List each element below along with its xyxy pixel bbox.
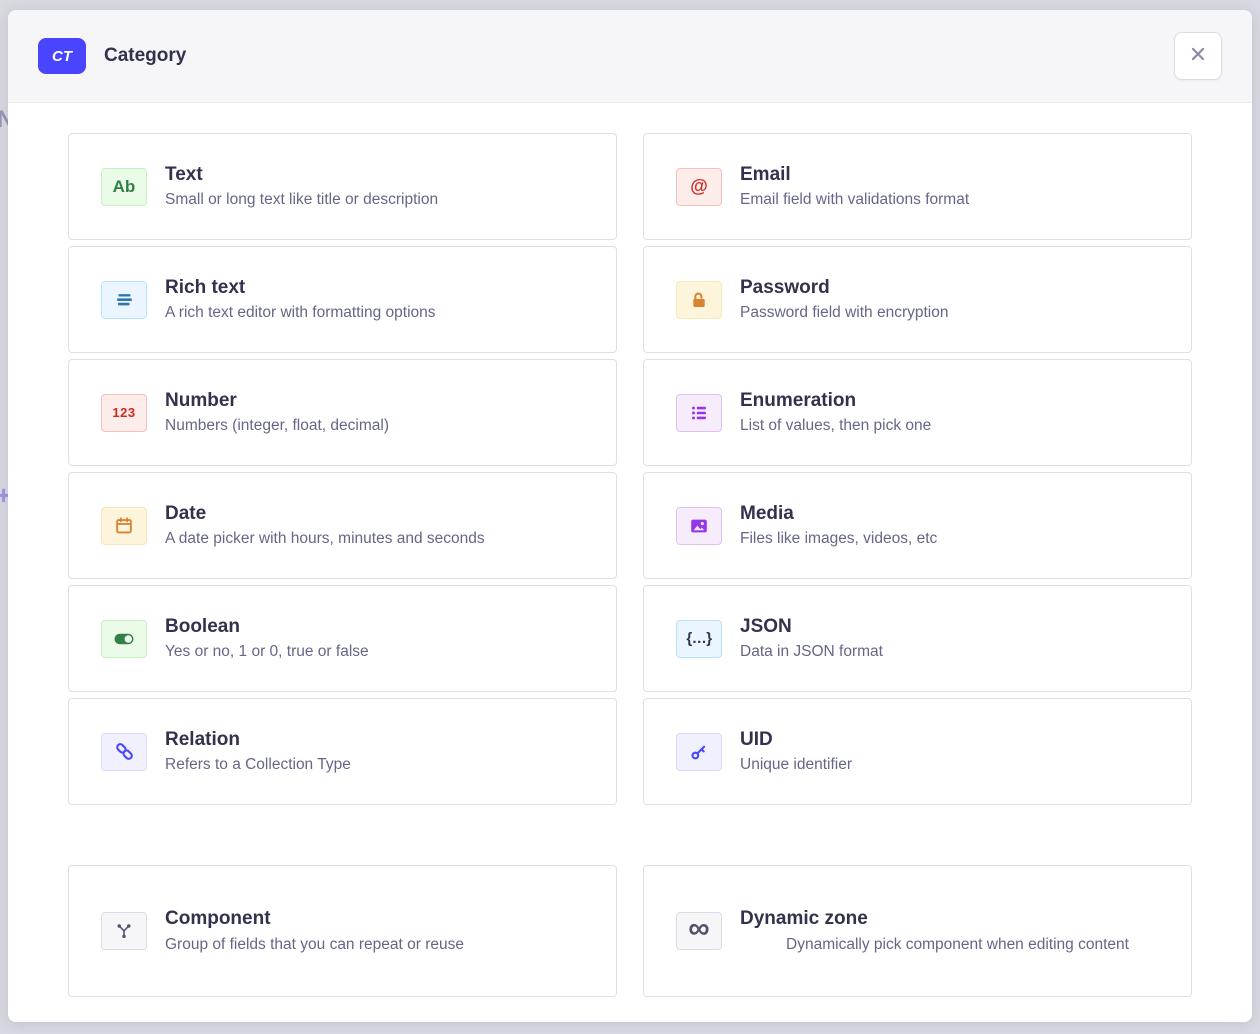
field-card-number[interactable]: 123 Number Numbers (integer, float, deci…	[68, 359, 617, 466]
card-description: Yes or no, 1 or 0, true or false	[165, 642, 600, 662]
field-card-enumeration[interactable]: Enumeration List of values, then pick on…	[643, 359, 1192, 466]
card-description: Small or long text like title or descrip…	[165, 190, 600, 210]
modal-title: Category	[104, 45, 186, 67]
card-description: Unique identifier	[740, 755, 1175, 775]
field-type-grid: Ab Text Small or long text like title or…	[68, 133, 1192, 805]
card-title: Component	[165, 907, 600, 931]
card-title: Enumeration	[740, 389, 1175, 413]
bullet-list-icon	[676, 394, 722, 432]
json-braces-icon: {…}	[676, 620, 722, 658]
card-title: Dynamic zone	[740, 907, 1175, 931]
card-title: JSON	[740, 615, 1175, 639]
number-123-icon: 123	[101, 394, 147, 432]
card-description: Numbers (integer, float, decimal)	[165, 416, 600, 436]
card-title: Password	[740, 276, 1175, 300]
infinity-icon: ∞	[676, 912, 722, 950]
card-description: Refers to a Collection Type	[165, 755, 600, 775]
card-title: Relation	[165, 728, 600, 752]
field-card-date[interactable]: Date A date picker with hours, minutes a…	[68, 472, 617, 579]
at-sign-icon: @	[676, 168, 722, 206]
card-title: Number	[165, 389, 600, 413]
modal-body: Ab Text Small or long text like title or…	[8, 103, 1252, 1022]
card-title: Email	[740, 163, 1175, 187]
card-description: A rich text editor with formatting optio…	[165, 303, 600, 323]
page-overlay: N + CT Category Ab Text	[0, 0, 1260, 1034]
card-title: Rich text	[165, 276, 600, 300]
card-title: Date	[165, 502, 600, 526]
card-title: UID	[740, 728, 1175, 752]
chain-link-icon	[101, 733, 147, 771]
close-button[interactable]	[1174, 32, 1222, 80]
card-description: List of values, then pick one	[740, 416, 1175, 436]
field-card-json[interactable]: {…} JSON Data in JSON format	[643, 585, 1192, 692]
toggle-on-icon	[101, 620, 147, 658]
card-description: Dynamically pick component when editing …	[786, 935, 1129, 955]
card-title: Boolean	[165, 615, 600, 639]
field-card-richtext[interactable]: Rich text A rich text editor with format…	[68, 246, 617, 353]
field-card-media[interactable]: Media Files like images, videos, etc	[643, 472, 1192, 579]
field-card-uid[interactable]: UID Unique identifier	[643, 698, 1192, 805]
field-card-boolean[interactable]: Boolean Yes or no, 1 or 0, true or false	[68, 585, 617, 692]
field-card-password[interactable]: Password Password field with encryption	[643, 246, 1192, 353]
card-description: Files like images, videos, etc	[740, 529, 1175, 549]
image-icon	[676, 507, 722, 545]
field-card-component[interactable]: Component Group of fields that you can r…	[68, 865, 617, 997]
card-description: Password field with encryption	[740, 303, 1175, 323]
open-lock-icon	[676, 281, 722, 319]
key-icon	[676, 733, 722, 771]
component-tree-icon	[101, 912, 147, 950]
field-card-relation[interactable]: Relation Refers to a Collection Type	[68, 698, 617, 805]
rich-text-lines-icon	[101, 281, 147, 319]
field-card-dynamic-zone[interactable]: ∞ Dynamic zone Dynamically pick componen…	[643, 865, 1192, 997]
advanced-type-grid: Component Group of fields that you can r…	[68, 865, 1192, 997]
card-description: Email field with validations format	[740, 190, 1175, 210]
card-description: Group of fields that you can repeat or r…	[165, 935, 600, 955]
field-card-text[interactable]: Ab Text Small or long text like title or…	[68, 133, 617, 240]
content-type-badge-label: CT	[52, 48, 72, 65]
ab-text-icon: Ab	[101, 168, 147, 206]
close-icon	[1187, 43, 1209, 70]
modal-header: CT Category	[8, 10, 1252, 103]
card-title: Text	[165, 163, 600, 187]
calendar-icon	[101, 507, 147, 545]
card-title: Media	[740, 502, 1175, 526]
content-type-badge: CT	[38, 38, 86, 74]
field-card-email[interactable]: @ Email Email field with validations for…	[643, 133, 1192, 240]
card-description: A date picker with hours, minutes and se…	[165, 529, 600, 549]
card-description: Data in JSON format	[740, 642, 1175, 662]
select-field-type-modal: CT Category Ab Text Small or long text l…	[8, 10, 1252, 1022]
